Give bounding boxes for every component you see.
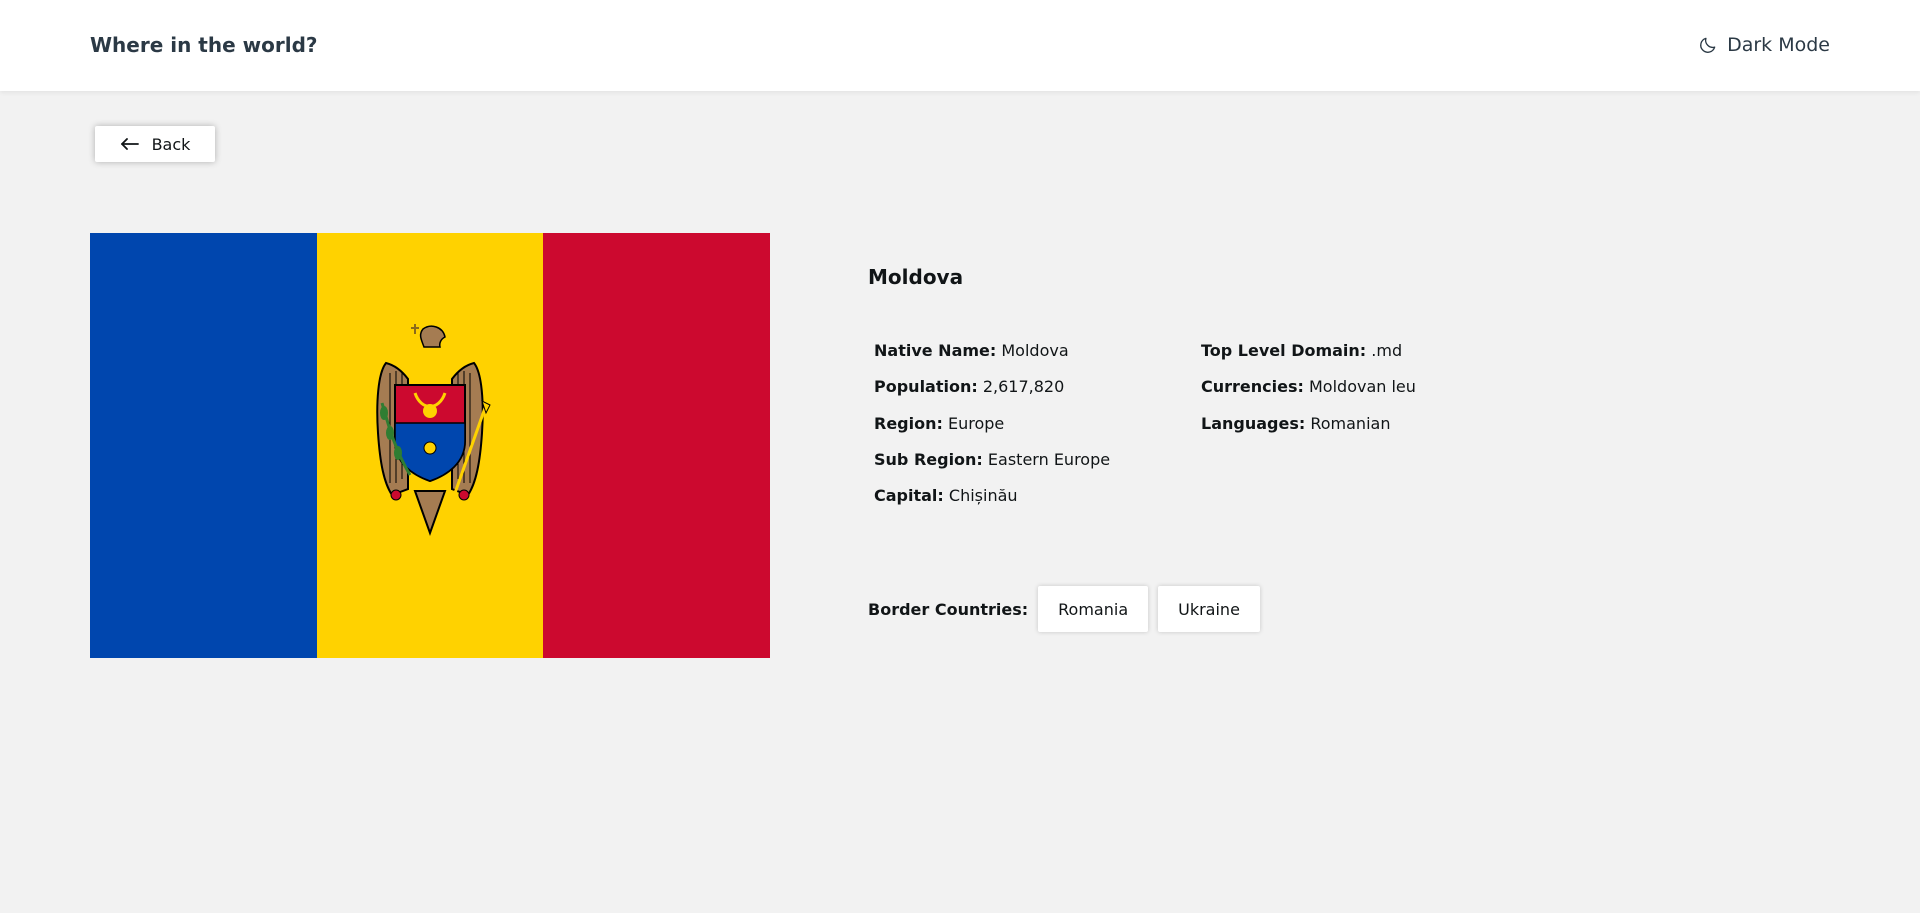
moldova-flag-image (90, 233, 770, 658)
dark-mode-toggle[interactable]: Dark Mode (1698, 31, 1830, 59)
border-country-button-ukraine[interactable]: Ukraine (1158, 586, 1260, 632)
detail-sub-region: Sub Region: Eastern Europe (874, 449, 1111, 469)
details-secondary: Top Level Domain: .md Currencies: Moldov… (1201, 339, 1416, 448)
details-primary: Native Name: Moldova Population: 2,617,8… (874, 339, 1110, 520)
detail-population: Population: 2,617,820 (874, 377, 1065, 397)
detail-region: Region: Europe (874, 413, 1005, 433)
arrow-left-icon (120, 137, 140, 151)
dark-mode-label: Dark Mode (1727, 34, 1830, 56)
back-button-label: Back (151, 134, 191, 154)
detail-languages: Languages: Romanian (1201, 413, 1391, 433)
back-button[interactable]: Back (95, 126, 215, 162)
border-countries-label: Border Countries: (868, 599, 1029, 619)
app-title: Where in the world? (90, 33, 318, 57)
detail-capital: Capital: Chișinău (874, 486, 1018, 506)
country-flag (90, 233, 770, 658)
border-countries: Border Countries: Romania Ukraine (868, 586, 1260, 632)
country-name: Moldova (868, 265, 964, 289)
detail-top-level-domain: Top Level Domain: .md (1201, 341, 1403, 360)
detail-currencies: Currencies: Moldovan leu (1201, 377, 1416, 397)
detail-native-name: Native Name: Moldova (874, 341, 1069, 360)
moon-icon (1698, 35, 1718, 55)
header: Where in the world? Dark Mode (0, 0, 1920, 91)
border-country-button-romania[interactable]: Romania (1038, 586, 1149, 632)
